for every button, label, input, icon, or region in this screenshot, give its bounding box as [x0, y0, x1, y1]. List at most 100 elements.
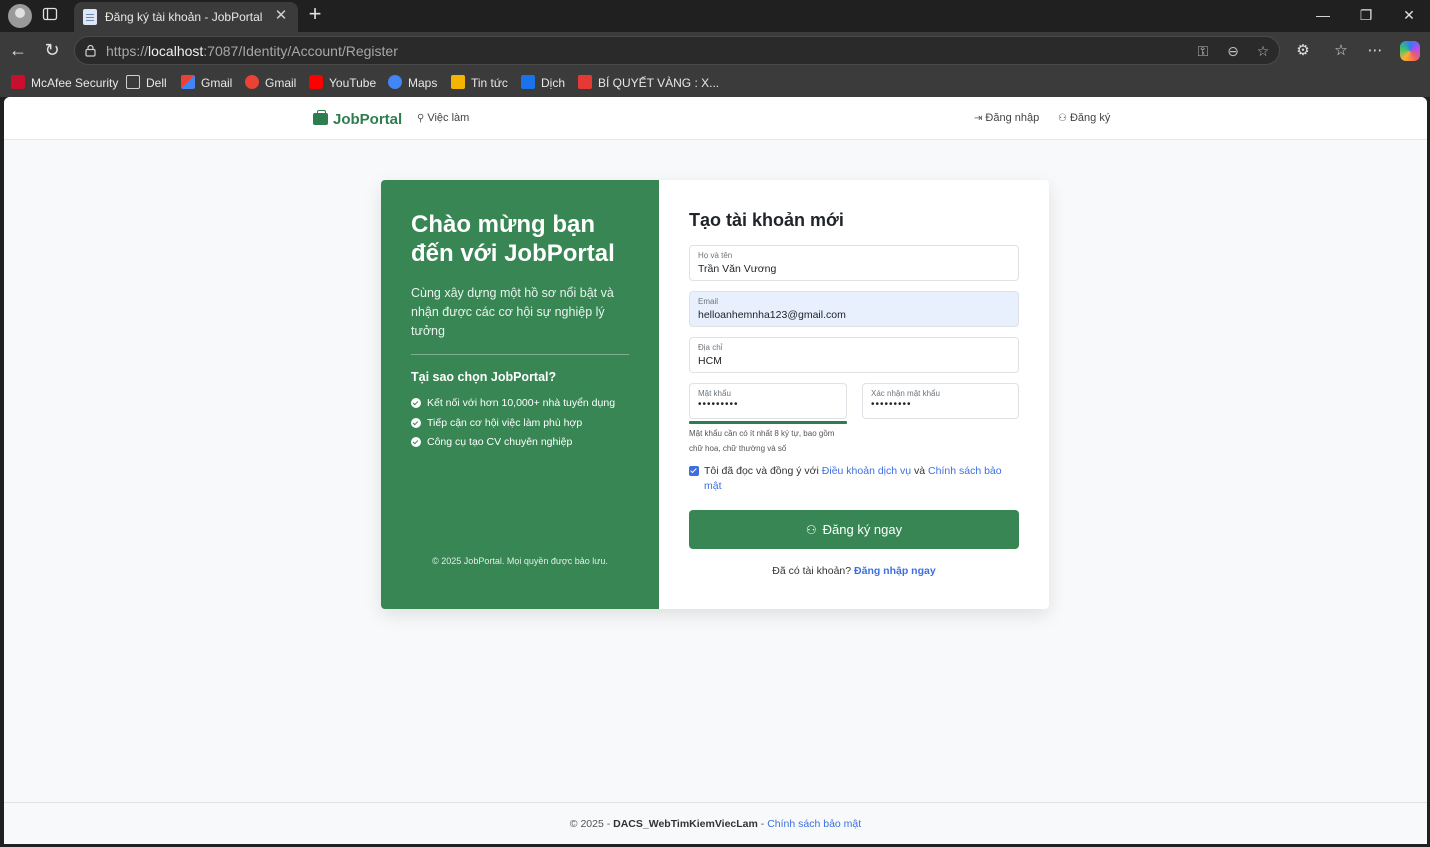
password-field[interactable]: Mật khẩu •••••••••: [689, 383, 847, 419]
welcome-panel: Chào mừng bạn đến với JobPortal Cùng xây…: [381, 180, 659, 609]
user-plus-icon: ⚇: [1058, 112, 1067, 124]
translate-icon: [521, 75, 535, 89]
feature-text: Tiếp cận cơ hội việc làm phù hợp: [427, 417, 583, 429]
register-form: Tạo tài khoản mới Họ và tên Trần Văn Vươ…: [659, 180, 1049, 609]
back-icon[interactable]: ←: [8, 40, 28, 60]
youtube-icon: [309, 75, 323, 89]
confirm-password-value: •••••••••: [871, 399, 912, 410]
feature-item: Kết nối với hơn 10,000+ nhà tuyển dụng: [411, 397, 615, 409]
profile-avatar-icon[interactable]: [8, 4, 32, 28]
address-bar[interactable]: https://localhost:7087/Identity/Account/…: [74, 36, 1280, 65]
check-circle-icon: [411, 437, 421, 447]
nav-login-label: Đăng nhập: [985, 112, 1040, 124]
maps-icon: [388, 75, 402, 89]
bookmark-gmail-1[interactable]: Gmail: [181, 75, 232, 91]
browser-tab-active[interactable]: Đăng ký tài khoản - JobPortal ✕: [74, 2, 298, 32]
password-strength-bar: [689, 421, 847, 424]
password-value: •••••••••: [698, 399, 739, 410]
briefcase-icon: [313, 110, 328, 125]
gmail-icon: [181, 75, 195, 89]
bookmark-maps[interactable]: Maps: [388, 75, 437, 91]
page-favicon-icon: [83, 9, 97, 25]
login-icon: ⇥: [974, 112, 983, 124]
agree-checkbox[interactable]: [689, 466, 699, 476]
brand-name: JobPortal: [333, 110, 403, 128]
site-navbar: JobPortal ⚲ Việc làm ⇥ Đăng nhập ⚇ Đăng …: [4, 97, 1427, 140]
brand-logo[interactable]: JobPortal: [313, 109, 402, 129]
feature-text: Công cụ tạo CV chuyên nghiệp: [427, 436, 573, 448]
footer-project: DACS_WebTimKiemViecLam: [613, 818, 758, 830]
bookmarks-bar: McAfee Security Dell Gmail Gmail YouTube…: [0, 69, 1430, 97]
search-icon: ⚲: [417, 112, 425, 124]
confirm-password-label: Xác nhận mật khẩu: [871, 389, 940, 398]
extensions-icon[interactable]: ⚙: [1293, 41, 1313, 61]
mcafee-icon: [11, 75, 25, 89]
nav-register-link[interactable]: ⚇ Đăng ký: [1058, 112, 1110, 124]
agree-prefix: Tôi đã đọc và đồng ý với: [704, 465, 822, 477]
address-value: HCM: [698, 355, 722, 367]
bookmark-news[interactable]: Tin tức: [451, 75, 508, 91]
restore-icon[interactable]: ❐: [1357, 6, 1375, 24]
bookmark-dell[interactable]: Dell: [126, 75, 167, 91]
page-viewport: JobPortal ⚲ Việc làm ⇥ Đăng nhập ⚇ Đăng …: [4, 97, 1427, 844]
url-text: https://localhost:7087/Identity/Account/…: [106, 43, 398, 59]
browser-toolbar: ← ↻ https://localhost:7087/Identity/Acco…: [0, 32, 1430, 69]
folder-icon: [126, 75, 140, 89]
confirm-password-field[interactable]: Xác nhận mật khẩu •••••••••: [862, 383, 1019, 419]
password-hint: Mật khẩu cần có ít nhất 8 ký tự, bao gồm…: [689, 429, 835, 453]
address-label: Địa chỉ: [698, 343, 723, 352]
login-now-link[interactable]: Đăng nhập ngay: [854, 565, 936, 577]
email-label: Email: [698, 297, 719, 306]
password-label: Mật khẩu: [698, 389, 731, 398]
why-title: Tại sao chọn JobPortal?: [411, 370, 557, 384]
site-info-icon[interactable]: [84, 44, 97, 57]
register-submit-button[interactable]: ⚇ Đăng ký ngay: [689, 510, 1019, 549]
minimize-icon[interactable]: —: [1314, 6, 1332, 24]
email-value: helloanhemnha123@gmail.com: [698, 309, 846, 321]
new-tab-icon[interactable]: +: [304, 3, 326, 25]
favorites-icon[interactable]: ☆: [1331, 41, 1351, 61]
refresh-icon[interactable]: ↻: [42, 40, 62, 60]
check-circle-icon: [411, 398, 421, 408]
address-field[interactable]: Địa chỉ HCM: [689, 337, 1019, 373]
close-tab-icon[interactable]: ✕: [272, 7, 290, 25]
panel-divider: [411, 354, 629, 355]
fullname-value: Trần Văn Vương: [698, 263, 777, 275]
site-footer: © 2025 - DACS_WebTimKiemViecLam - Chính …: [4, 802, 1427, 844]
bookmark-youtube[interactable]: YouTube: [309, 75, 376, 91]
zoom-icon[interactable]: ⊖: [1225, 43, 1241, 59]
check-circle-icon: [411, 418, 421, 428]
footer-privacy-link[interactable]: Chính sách bảo mật: [767, 818, 861, 830]
tab-actions-icon[interactable]: [42, 6, 62, 24]
gmail-icon: [245, 75, 259, 89]
copilot-icon[interactable]: [1400, 41, 1420, 61]
video-icon: [578, 75, 592, 89]
bookmark-mcafee[interactable]: McAfee Security: [11, 75, 118, 91]
have-account-text: Đã có tài khoản?: [772, 565, 855, 577]
email-field[interactable]: Email helloanhemnha123@gmail.com: [689, 291, 1019, 327]
submit-label: Đăng ký ngay: [822, 522, 903, 537]
nav-register-label: Đăng ký: [1069, 112, 1111, 124]
form-title: Tạo tài khoản mới: [689, 210, 844, 230]
nav-jobs-link[interactable]: ⚲ Việc làm: [417, 112, 469, 124]
fullname-field[interactable]: Họ và tên Trần Văn Vương: [689, 245, 1019, 281]
terms-link[interactable]: Điều khoản dịch vụ: [822, 465, 911, 477]
bookmark-translate[interactable]: Dịch: [521, 75, 565, 91]
fullname-label: Họ và tên: [698, 251, 733, 260]
favorite-star-icon[interactable]: ☆: [1255, 43, 1271, 59]
footer-sep: -: [757, 818, 768, 830]
bookmark-bi-quyet[interactable]: BÍ QUYẾT VÀNG : X...: [578, 75, 719, 91]
footer-prefix: © 2025 -: [569, 818, 614, 830]
agree-and: và: [911, 465, 929, 477]
password-key-icon[interactable]: ⚿: [1195, 43, 1211, 59]
welcome-heading: Chào mừng bạn đến với JobPortal: [411, 211, 615, 267]
feature-text: Kết nối với hơn 10,000+ nhà tuyển dụng: [427, 397, 616, 409]
agree-text: Tôi đã đọc và đồng ý với Điều khoản dịch…: [704, 464, 1009, 494]
nav-jobs-label: Việc làm: [427, 112, 470, 124]
bookmark-gmail-2[interactable]: Gmail: [245, 75, 296, 91]
more-menu-icon[interactable]: ⋯: [1365, 41, 1385, 61]
tab-title: Đăng ký tài khoản - JobPortal: [105, 10, 263, 24]
close-window-icon[interactable]: ✕: [1400, 6, 1418, 24]
feature-item: Công cụ tạo CV chuyên nghiệp: [411, 436, 572, 448]
nav-login-link[interactable]: ⇥ Đăng nhập: [974, 112, 1039, 124]
